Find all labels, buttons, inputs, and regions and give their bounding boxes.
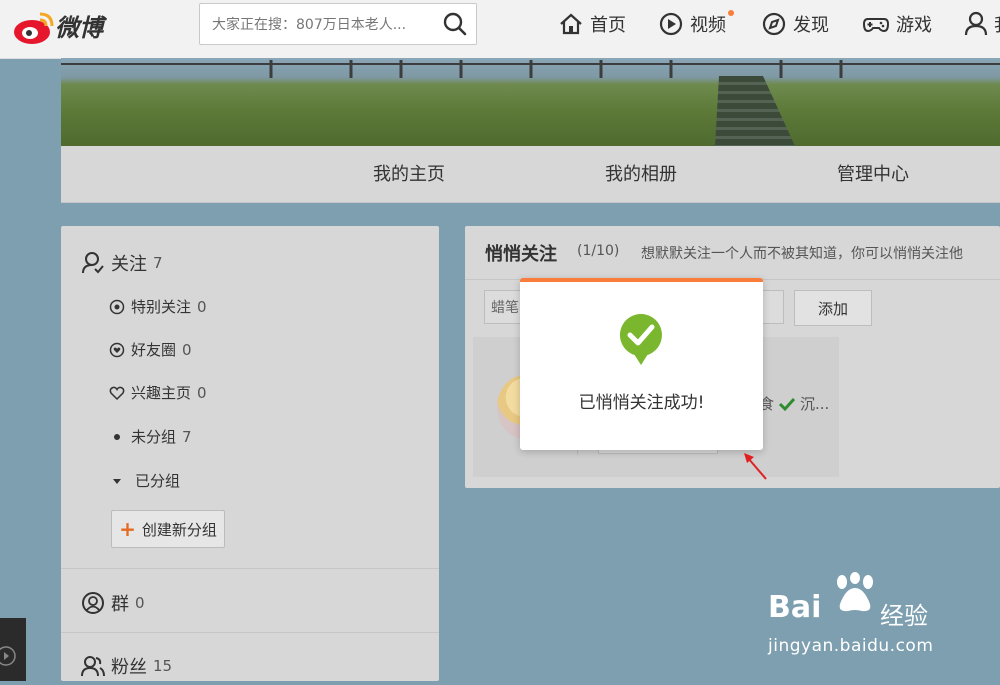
nav-games-label: 游戏 bbox=[896, 15, 932, 36]
fans-count: 15 bbox=[153, 657, 173, 675]
user-name[interactable]: 食 沉... bbox=[759, 393, 829, 414]
success-message: 已悄悄关注成功! bbox=[578, 393, 705, 413]
sidebar-item-group-chat[interactable]: 群 0 bbox=[81, 590, 145, 616]
chevron-right-icon bbox=[0, 646, 16, 666]
tab-management[interactable]: 管理中心 bbox=[837, 160, 909, 186]
fans-icon bbox=[81, 656, 105, 677]
watermark-brand: Bai bbox=[768, 590, 822, 625]
create-group-button[interactable]: + 创建新分组 bbox=[111, 510, 225, 548]
nav-video[interactable]: 视频 bbox=[658, 0, 726, 48]
watermark-jingyan: 经验 bbox=[880, 602, 928, 630]
baidu-paw-icon bbox=[837, 572, 873, 612]
user-icon bbox=[964, 11, 988, 36]
triangle-down-icon bbox=[113, 478, 121, 484]
secret-follow-count: (1/10) bbox=[577, 243, 620, 259]
nav-me-label: 我 bbox=[994, 11, 1000, 37]
sidebar-item-grouped[interactable]: 已分组 bbox=[109, 470, 180, 491]
gamepad-icon bbox=[862, 18, 890, 33]
sidebar-item-follow[interactable]: 关注 7 bbox=[81, 250, 163, 276]
stairs-decoration bbox=[715, 76, 795, 146]
weibo-logo-text: 微博 bbox=[55, 14, 103, 42]
heart-outline-icon bbox=[109, 386, 125, 400]
video-notification-dot bbox=[728, 10, 734, 16]
profile-cover-image bbox=[61, 58, 1000, 146]
sidebar-item-special-follow[interactable]: 特别关注 0 bbox=[109, 296, 207, 317]
sidebar-item-ungrouped[interactable]: 未分组 7 bbox=[109, 426, 192, 447]
success-toast-dialog: 已悄悄关注成功! bbox=[520, 278, 763, 450]
follow-count: 7 bbox=[153, 254, 163, 272]
video-icon bbox=[659, 12, 683, 36]
panel-title: 悄悄关注 bbox=[485, 244, 557, 265]
nav-video-label: 视频 bbox=[690, 15, 726, 36]
interest-pages-count: 0 bbox=[197, 383, 207, 402]
side-collapse-handle[interactable] bbox=[0, 618, 26, 681]
grouped-label: 已分组 bbox=[135, 472, 181, 490]
success-check-icon bbox=[619, 314, 662, 365]
check-icon bbox=[778, 397, 796, 411]
group-chat-count: 0 bbox=[135, 594, 145, 612]
friends-circle-count: 0 bbox=[182, 340, 192, 359]
tab-my-home[interactable]: 我的主页 bbox=[373, 160, 445, 186]
add-button[interactable]: 添加 bbox=[794, 290, 872, 326]
nav-home[interactable]: 首页 bbox=[558, 0, 626, 48]
profile-tabs: 我的主页 我的相册 管理中心 bbox=[61, 146, 1000, 203]
fence-decoration bbox=[61, 60, 1000, 78]
compass-icon bbox=[762, 12, 786, 36]
special-follow-count: 0 bbox=[197, 297, 207, 316]
watermark-url: jingyan.baidu.com bbox=[768, 636, 934, 656]
sidebar-item-friends-circle[interactable]: 好友圈 0 bbox=[109, 339, 192, 360]
divider bbox=[61, 632, 439, 633]
interest-pages-label: 兴趣主页 bbox=[131, 384, 192, 402]
search-box bbox=[199, 3, 477, 45]
nav-discover[interactable]: 发现 bbox=[761, 0, 829, 48]
search-icon[interactable] bbox=[442, 11, 468, 37]
plus-icon: + bbox=[119, 517, 136, 541]
nav-me[interactable]: 我 bbox=[964, 0, 1000, 48]
search-input[interactable] bbox=[200, 4, 444, 44]
tab-my-album[interactable]: 我的相册 bbox=[605, 160, 677, 186]
dot-icon bbox=[114, 433, 120, 440]
divider bbox=[61, 568, 439, 569]
group-chat-icon bbox=[82, 592, 104, 614]
follow-sidebar: 关注 7 特别关注 0 好友圈 0 兴趣主页 0 未分组 7 已分组 + 创建新… bbox=[61, 226, 439, 681]
nav-games[interactable]: 游戏 bbox=[862, 0, 932, 48]
group-chat-label: 群 bbox=[111, 594, 129, 615]
top-navigation-bar: 微博 首页 视频 发现 bbox=[0, 0, 1000, 59]
nav-home-label: 首页 bbox=[590, 15, 626, 36]
follow-user-icon bbox=[82, 252, 104, 274]
panel-description: 想默默关注一个人而不被其知道，你可以悄悄关注他 bbox=[641, 246, 963, 262]
special-follow-label: 特别关注 bbox=[131, 298, 192, 316]
sidebar-item-fans[interactable]: 粉丝 15 bbox=[81, 653, 172, 679]
home-icon bbox=[560, 13, 582, 35]
heart-circle-icon bbox=[109, 342, 125, 357]
friends-circle-label: 好友圈 bbox=[131, 341, 177, 359]
user-name-suffix: 沉... bbox=[800, 395, 830, 413]
annotation-arrow-icon bbox=[744, 453, 767, 480]
follow-label: 关注 bbox=[111, 254, 147, 275]
fans-label: 粉丝 bbox=[111, 657, 147, 678]
star-circle-icon bbox=[109, 299, 125, 314]
ungrouped-count: 7 bbox=[182, 427, 192, 446]
create-group-label: 创建新分组 bbox=[141, 520, 217, 539]
nav-discover-label: 发现 bbox=[793, 15, 829, 36]
sidebar-item-interest-pages[interactable]: 兴趣主页 0 bbox=[109, 382, 207, 403]
ungrouped-label: 未分组 bbox=[131, 428, 177, 446]
